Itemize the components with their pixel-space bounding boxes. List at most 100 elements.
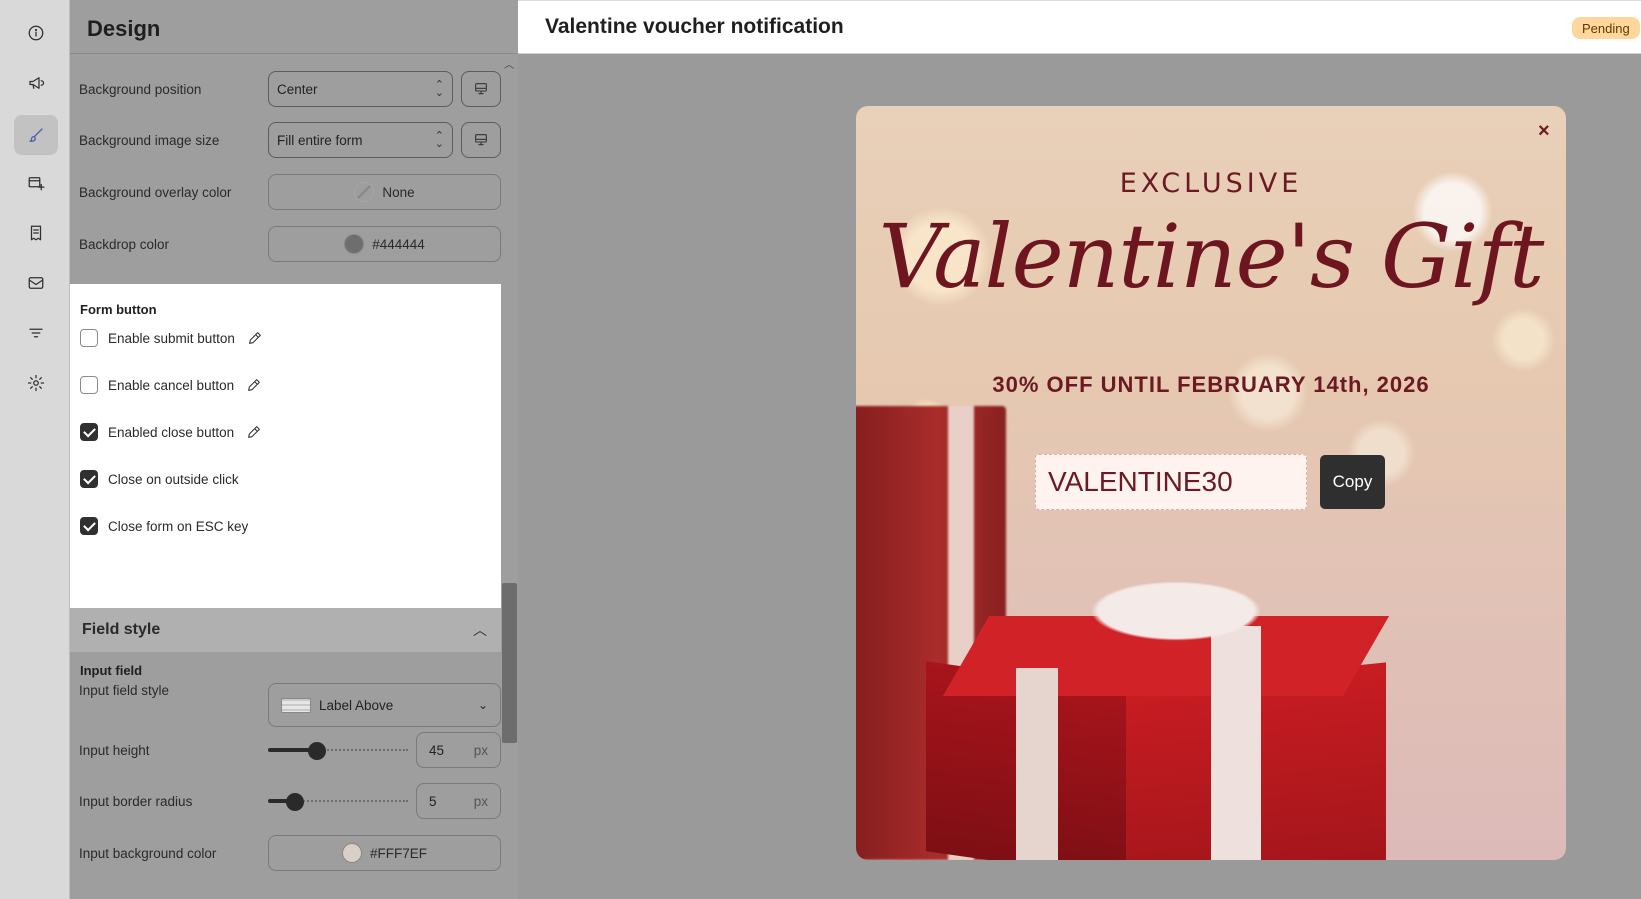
filter-nav-button[interactable] — [14, 313, 58, 353]
enable-cancel-button-option: Enable cancel button — [80, 374, 262, 396]
info-nav-button[interactable] — [14, 13, 58, 53]
close-on-esc-label: Close form on ESC key — [108, 518, 249, 534]
megaphone-icon — [29, 77, 45, 89]
scroll-up-arrow[interactable]: ︿ — [502, 56, 516, 71]
gift-ribbon-right — [1211, 626, 1261, 860]
input-background-color-swatch — [341, 843, 362, 863]
form-nav-button[interactable] — [14, 163, 58, 203]
backdrop-color-picker[interactable]: #444444 — [268, 226, 501, 262]
popup-close-icon[interactable]: × — [1538, 120, 1550, 143]
background-overlay-color-row: Background overlay color None — [79, 174, 501, 210]
background-overlay-color-picker[interactable]: None — [268, 174, 501, 210]
input-height-value: 45 — [429, 742, 445, 758]
backdrop-color-label: Backdrop color — [79, 236, 170, 252]
background-position-row: Background position Center ⌃ ⌄ — [79, 71, 501, 107]
desktop-device-button[interactable] — [461, 122, 501, 158]
popup-offer-text: 30% OFF UNTIL FEBRUARY 14th, 2026 — [992, 372, 1430, 397]
input-background-color-value: #FFF7EF — [369, 845, 427, 861]
enabled-close-button-option: Enabled close button — [80, 421, 262, 443]
background-overlay-color-value: None — [382, 184, 415, 200]
gear-icon — [27, 374, 45, 392]
input-height-label: Input height — [79, 742, 150, 758]
gift-box-image — [926, 576, 1390, 860]
no-color-swatch-icon — [354, 182, 375, 202]
backdrop-color-swatch — [344, 234, 365, 254]
email-nav-button[interactable] — [14, 263, 58, 303]
background-image-size-value: Fill entire form — [277, 132, 363, 148]
input-border-radius-label: Input border radius — [79, 793, 193, 809]
backdrop-color-row: Backdrop color #444444 — [79, 226, 501, 262]
input-background-color-picker[interactable]: #FFF7EF — [268, 835, 501, 871]
enable-submit-button-checkbox[interactable] — [80, 329, 98, 347]
form-button-title: Form button — [80, 302, 157, 317]
mail-icon — [28, 277, 44, 289]
pencil-icon — [248, 426, 260, 438]
input-field-title: Input field — [80, 663, 143, 678]
enable-submit-button-option: Enable submit button — [80, 327, 263, 349]
enable-cancel-button-checkbox[interactable] — [80, 376, 98, 394]
voucher-code-field[interactable]: VALENTINE30 — [1035, 454, 1307, 510]
gift-ribbon-left — [1016, 668, 1058, 860]
field-style-title: Field style — [82, 621, 161, 638]
updown-chevron-icon: ⌃ ⌄ — [434, 130, 444, 150]
edit-submit-button[interactable] — [247, 330, 263, 346]
edit-close-button[interactable] — [246, 424, 262, 440]
input-field-style-row: Input field style Label Above ⌄ — [79, 683, 501, 727]
input-field-style-label: Input field style — [79, 683, 170, 698]
input-background-color-label: Input background color — [79, 845, 217, 861]
input-border-radius-field[interactable]: 5 px — [416, 783, 501, 819]
preview-title: Valentine voucher notification — [545, 15, 844, 38]
campaign-nav-button[interactable] — [14, 63, 58, 103]
background-image-size-select[interactable]: Fill entire form ⌃ ⌄ — [268, 122, 453, 158]
input-height-row: Input height 45 px — [79, 732, 501, 768]
info-icon — [28, 25, 44, 41]
close-on-outside-click-label: Close on outside click — [108, 471, 239, 487]
chevron-up-icon[interactable]: ︿ — [473, 620, 487, 640]
background-position-label: Background position — [79, 81, 202, 97]
form-add-icon — [28, 177, 45, 191]
background-image-size-row: Background image size Fill entire form ⌃… — [79, 122, 501, 158]
design-settings-panel: Design ︿ Background position Center ⌃ ⌄ B… — [70, 0, 518, 899]
edit-cancel-button[interactable] — [246, 377, 262, 393]
panel-title: Design — [70, 0, 518, 54]
popup-eyebrow: EXCLUSIVE — [1119, 168, 1303, 199]
design-nav-button[interactable] — [14, 115, 58, 155]
copy-code-button[interactable]: Copy — [1320, 455, 1385, 509]
input-height-field[interactable]: 45 px — [416, 732, 501, 768]
monitor-icon — [475, 134, 487, 146]
brush-icon — [29, 128, 43, 142]
popup-headline: Valentine's Gift — [878, 205, 1545, 308]
input-field-style-value: Label Above — [319, 697, 394, 713]
background-position-value: Center — [277, 81, 318, 97]
close-on-esc-checkbox[interactable] — [80, 517, 98, 535]
slider-handle[interactable] — [308, 742, 327, 760]
enabled-close-button-checkbox[interactable] — [80, 423, 98, 441]
gift-bow — [1076, 576, 1276, 646]
input-border-radius-value: 5 — [429, 793, 437, 809]
input-field-style-select[interactable]: Label Above ⌄ — [268, 683, 501, 727]
settings-nav-button[interactable] — [14, 363, 58, 403]
chevron-down-icon: ⌄ — [477, 698, 488, 712]
unit-label: px — [473, 742, 488, 758]
close-on-outside-click-option: Close on outside click — [80, 468, 239, 490]
input-height-slider[interactable] — [268, 742, 408, 760]
receipt-nav-button[interactable] — [14, 213, 58, 253]
label-above-thumbnail-icon — [281, 697, 311, 713]
form-button-section: Form button Enable submit button Enable … — [70, 284, 501, 608]
enabled-close-button-label: Enabled close button — [108, 424, 235, 440]
pencil-icon — [248, 332, 261, 344]
slider-handle[interactable] — [286, 793, 305, 811]
background-overlay-color-label: Background overlay color — [79, 184, 232, 200]
background-position-select[interactable]: Center ⌃ ⌄ — [268, 71, 453, 107]
scrollbar-thumb[interactable] — [502, 583, 517, 743]
desktop-device-button[interactable] — [461, 71, 501, 107]
enable-cancel-button-label: Enable cancel button — [108, 377, 235, 393]
close-on-outside-click-checkbox[interactable] — [80, 470, 98, 488]
updown-chevron-icon: ⌃ ⌄ — [434, 79, 444, 99]
receipt-icon — [30, 225, 42, 241]
enable-submit-button-label: Enable submit button — [108, 330, 235, 346]
icon-rail — [0, 0, 70, 899]
field-style-header[interactable]: Field style ︿ — [70, 608, 501, 652]
input-border-radius-slider[interactable] — [268, 793, 408, 811]
input-border-radius-row: Input border radius 5 px — [79, 783, 501, 819]
